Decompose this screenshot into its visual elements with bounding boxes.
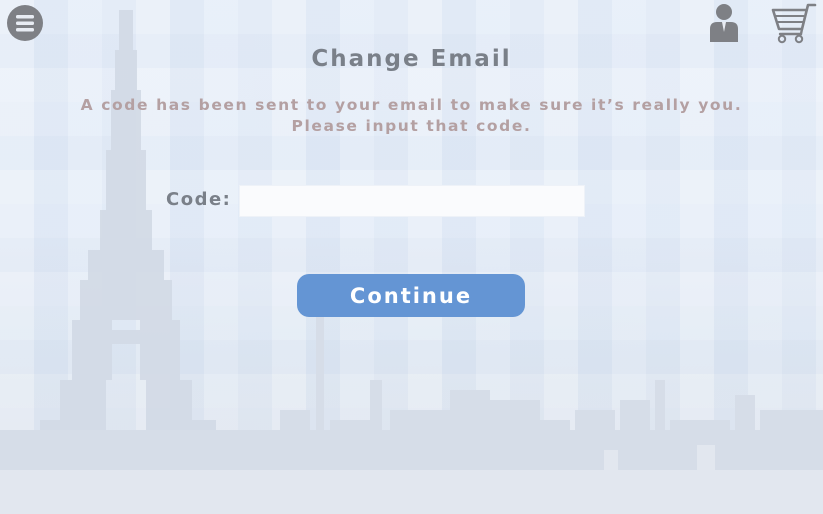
message-line-2: Please input that code. — [291, 117, 532, 135]
user-account-button[interactable] — [707, 2, 741, 42]
code-label: Code: — [166, 189, 232, 210]
continue-button[interactable]: Continue — [297, 274, 525, 317]
message-line-1: A code has been sent to your email to ma… — [80, 96, 743, 114]
shopping-cart-icon — [771, 3, 817, 44]
user-account-icon — [710, 4, 738, 42]
page-title: Change Email — [311, 46, 512, 72]
shopping-cart-button[interactable] — [768, 2, 818, 44]
verification-message: A code has been sent to your email to ma… — [60, 95, 763, 137]
paris-skyline-background — [0, 10, 823, 514]
menu-button[interactable] — [6, 4, 44, 42]
code-input[interactable] — [239, 185, 585, 217]
change-email-screen: Change Email A code has been sent to you… — [0, 0, 823, 514]
hamburger-menu-icon — [7, 5, 43, 41]
eiffel-tower-silhouette — [40, 10, 216, 470]
